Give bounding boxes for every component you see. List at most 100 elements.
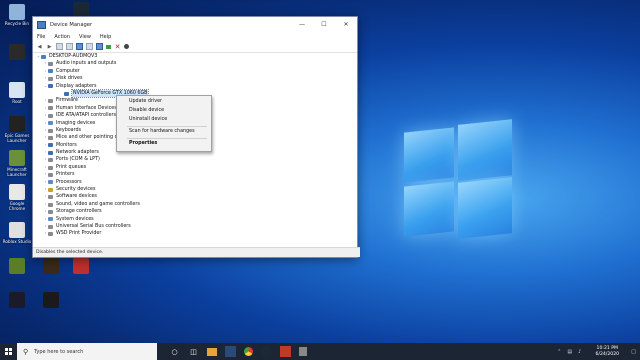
- menu-action[interactable]: Action: [54, 34, 70, 40]
- device-label: WSD Print Provider: [56, 231, 102, 237]
- device-category[interactable]: › Disk drives: [33, 75, 357, 82]
- device-category[interactable]: › System devices: [33, 216, 357, 223]
- device-category[interactable]: › Universal Serial Bus controllers: [33, 223, 357, 230]
- minecraft-icon: [9, 150, 25, 166]
- chrome-icon: [9, 184, 25, 200]
- context-menu: Update driver Disable device Uninstall d…: [116, 95, 212, 152]
- menu-uninstall-device[interactable]: Uninstall device: [129, 117, 167, 122]
- device-category[interactable]: › Print queues: [33, 164, 357, 171]
- device-label: Keyboards: [56, 127, 82, 133]
- device-label: Disk drives: [56, 76, 83, 82]
- desktop-icon[interactable]: [66, 258, 96, 275]
- device-category-icon: [48, 143, 53, 148]
- device-label: Ports (COM & LPT): [56, 157, 100, 163]
- menu-file[interactable]: File: [37, 34, 45, 40]
- store-icon[interactable]: [225, 346, 236, 357]
- device-category[interactable]: › Printers: [33, 171, 357, 178]
- device-category-icon: [48, 84, 53, 89]
- desktop-icon-label: Google Chrome: [8, 201, 26, 211]
- properties-icon[interactable]: [66, 43, 73, 50]
- desktop-icon[interactable]: Epic Games Launcher: [2, 116, 32, 143]
- task-view-icon[interactable]: ◫: [188, 346, 199, 357]
- device-category-icon: [48, 76, 53, 81]
- device-category-icon: [48, 121, 53, 126]
- desktop-icon[interactable]: Root: [2, 82, 32, 104]
- title-bar[interactable]: Device Manager — ☐ ✕: [33, 17, 357, 32]
- desktop-icon[interactable]: [2, 258, 32, 275]
- help-icon[interactable]: [76, 43, 83, 50]
- device-label: Print queues: [56, 164, 87, 170]
- clock-date: 6/24/2020: [595, 351, 620, 357]
- device-category-icon: [48, 232, 53, 237]
- notification-icon[interactable]: □: [631, 349, 636, 355]
- menu-update-driver[interactable]: Update driver: [129, 99, 162, 104]
- device-label: Monitors: [56, 142, 77, 148]
- menu-properties[interactable]: Properties: [129, 141, 157, 146]
- status-bar: Disables the selected device.: [33, 247, 360, 257]
- menu-view[interactable]: View: [79, 34, 91, 40]
- desktop-icon[interactable]: Roblox Studio: [2, 222, 32, 244]
- device-category-icon: [48, 135, 53, 140]
- desktop-icon[interactable]: [36, 292, 66, 309]
- device-label: Display adapters: [56, 83, 97, 89]
- steam-taskbar-icon[interactable]: [261, 346, 272, 357]
- device-category[interactable]: › Software devices: [33, 193, 357, 200]
- device-label: Security devices: [56, 187, 96, 193]
- chevron-up-icon[interactable]: ⌃: [557, 349, 561, 355]
- device-label: Audio inputs and outputs: [56, 61, 117, 67]
- taskbar: ⚲ Type here to search ○ ◫ ⌃ ▤ ♪ 10:21 PM…: [0, 343, 640, 360]
- desktop-icon[interactable]: [2, 44, 32, 61]
- device-category-icon: [48, 224, 53, 229]
- show-hide-tree-icon[interactable]: [56, 43, 63, 50]
- maximize-button[interactable]: ☐: [313, 17, 335, 32]
- device-category[interactable]: › Security devices: [33, 186, 357, 193]
- device-category[interactable]: ⌄ Display adapters: [33, 83, 357, 90]
- device-category[interactable]: › WSD Print Provider: [33, 230, 357, 237]
- device-label: Imaging devices: [56, 120, 96, 126]
- desktop-icon[interactable]: Recycle Bin: [2, 4, 32, 26]
- menu-help[interactable]: Help: [100, 34, 111, 40]
- device-category-icon: [48, 150, 53, 155]
- device-label: Universal Serial Bus controllers: [56, 223, 131, 229]
- view-icon[interactable]: [86, 43, 93, 50]
- device-category[interactable]: › Sound, video and game controllers: [33, 201, 357, 208]
- system-tray: ⌃ ▤ ♪ 10:21 PM 6/24/2020 □: [557, 343, 640, 360]
- device-category-icon: [48, 180, 53, 185]
- uninstall-icon[interactable]: ✕: [114, 43, 121, 51]
- epic-games-icon: [9, 116, 25, 132]
- cortana-icon[interactable]: ○: [169, 346, 180, 357]
- forward-arrow-icon[interactable]: ▶: [46, 43, 53, 50]
- search-box[interactable]: ⚲ Type here to search: [17, 343, 157, 360]
- desktop-icon[interactable]: [36, 258, 66, 275]
- desktop-icon[interactable]: [2, 292, 32, 309]
- file-explorer-icon[interactable]: [207, 347, 217, 356]
- clock[interactable]: 10:21 PM 6/24/2020: [587, 346, 627, 356]
- device-category[interactable]: › Storage controllers: [33, 208, 357, 215]
- start-button[interactable]: [0, 343, 17, 360]
- minimize-button[interactable]: —: [291, 17, 313, 32]
- scan-hardware-icon[interactable]: [96, 43, 103, 50]
- device-category[interactable]: › Processors: [33, 179, 357, 186]
- menu-separator: [127, 126, 207, 127]
- tree-root[interactable]: ⌄ DESKTOP-AUDMQV3: [33, 53, 357, 60]
- device-manager-taskbar-icon[interactable]: [299, 347, 307, 356]
- chrome-taskbar-icon[interactable]: [244, 347, 253, 356]
- device-category[interactable]: › Ports (COM & LPT): [33, 156, 357, 163]
- desktop-icon-label: Roblox Studio: [2, 239, 32, 244]
- menu-disable-device[interactable]: Disable device: [129, 108, 164, 113]
- device-category-icon: [48, 158, 53, 163]
- close-button[interactable]: ✕: [335, 17, 357, 32]
- desktop-icon[interactable]: Minecraft Launcher: [2, 150, 32, 177]
- volume-icon[interactable]: ♪: [578, 349, 581, 355]
- device-category-icon: [48, 99, 53, 104]
- app-taskbar-icon[interactable]: [280, 346, 291, 357]
- menu-scan-hardware[interactable]: Scan for hardware changes: [129, 129, 195, 134]
- update-driver-icon[interactable]: [106, 44, 111, 49]
- device-category[interactable]: › Computer: [33, 68, 357, 75]
- disable-device-icon[interactable]: [124, 44, 129, 49]
- back-arrow-icon[interactable]: ◀: [36, 43, 43, 50]
- network-icon[interactable]: ▤: [567, 349, 572, 355]
- device-category[interactable]: › Audio inputs and outputs: [33, 60, 357, 67]
- desktop-icon[interactable]: Google Chrome: [2, 184, 32, 211]
- game-icon: [9, 292, 25, 308]
